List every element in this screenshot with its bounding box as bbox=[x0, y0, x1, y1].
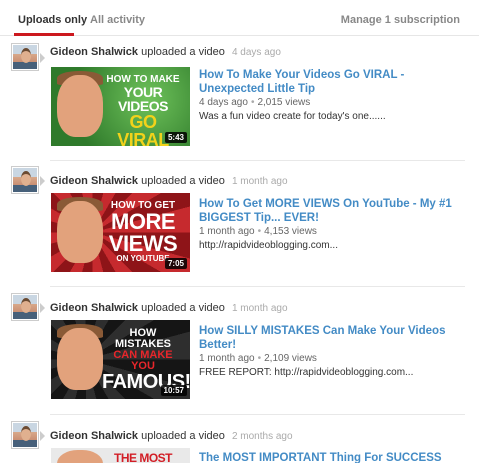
feed-byline: Gideon Shalwick uploaded a video 1 month… bbox=[50, 175, 288, 187]
feed-byline: Gideon Shalwick uploaded a video 2 month… bbox=[50, 430, 293, 442]
timestamp: 4 days ago bbox=[231, 47, 281, 58]
tab-all-activity[interactable]: All activity bbox=[90, 14, 145, 26]
action-text: uploaded a video bbox=[141, 175, 225, 187]
video-thumbnail[interactable]: The MOST bbox=[51, 448, 190, 463]
avatar[interactable] bbox=[11, 166, 45, 194]
video-duration: 10:57 bbox=[160, 385, 187, 396]
video-title-link[interactable]: How SILLY MISTAKES Can Make Your Videos … bbox=[199, 324, 469, 352]
action-text: uploaded a video bbox=[141, 46, 225, 58]
view-count: 2,015 views bbox=[257, 97, 311, 108]
author-link[interactable]: Gideon Shalwick bbox=[50, 302, 138, 314]
thumbnail-text: The MOST bbox=[114, 451, 173, 463]
video-thumbnail[interactable]: How to get more views on YouTube 7:05 bbox=[51, 193, 190, 272]
video-age: 1 month ago bbox=[199, 226, 255, 237]
feed-tabs: Uploads only All activity Manage 1 subsc… bbox=[0, 0, 479, 36]
tab-uploads-only[interactable]: Uploads only bbox=[18, 14, 87, 26]
author-link[interactable]: Gideon Shalwick bbox=[50, 175, 138, 187]
manage-subscription-link[interactable]: Manage 1 subscription bbox=[341, 14, 460, 26]
video-meta: 1 month ago • 4,153 views bbox=[199, 226, 317, 237]
video-thumbnail[interactable]: How mistakes can make you famous! 10:57 bbox=[51, 320, 190, 399]
video-description: FREE REPORT: http://rapidvideoblogging.c… bbox=[199, 367, 414, 378]
feed-byline: Gideon Shalwick uploaded a video 4 days … bbox=[50, 46, 281, 58]
video-meta: 1 month ago • 2,109 views bbox=[199, 353, 317, 364]
view-count: 2,109 views bbox=[264, 353, 317, 364]
avatar[interactable] bbox=[11, 43, 45, 71]
timestamp: 1 month ago bbox=[231, 176, 288, 187]
timestamp: 2 months ago bbox=[231, 431, 293, 442]
avatar[interactable] bbox=[11, 421, 45, 449]
thumbnail-text: How to get more views on YouTube bbox=[108, 200, 178, 263]
video-age: 4 days ago bbox=[199, 97, 248, 108]
video-title-link[interactable]: How To Make Your Videos Go VIRAL - Unexp… bbox=[199, 68, 469, 96]
avatar[interactable] bbox=[11, 293, 45, 321]
active-tab-indicator bbox=[14, 33, 74, 36]
timestamp: 1 month ago bbox=[231, 303, 288, 314]
feed-byline: Gideon Shalwick uploaded a video 1 month… bbox=[50, 302, 288, 314]
thumbnail-text: How mistakes can make you famous! bbox=[102, 327, 190, 393]
action-text: uploaded a video bbox=[141, 430, 225, 442]
video-description: http://rapidvideoblogging.com... bbox=[199, 240, 338, 251]
video-duration: 5:43 bbox=[164, 132, 187, 143]
video-description: Was a fun video create for today's one..… bbox=[199, 111, 386, 122]
video-meta: 4 days ago • 2,015 views bbox=[199, 97, 311, 108]
feed-divider bbox=[50, 286, 465, 287]
video-thumbnail[interactable]: How to make your videos go viral 5:43 bbox=[51, 67, 190, 146]
author-link[interactable]: Gideon Shalwick bbox=[50, 430, 138, 442]
video-title-link[interactable]: The MOST IMPORTANT Thing For SUCCESS bbox=[199, 451, 469, 463]
action-text: uploaded a video bbox=[141, 302, 225, 314]
feed-divider bbox=[50, 160, 465, 161]
video-duration: 7:05 bbox=[164, 258, 187, 269]
video-age: 1 month ago bbox=[199, 353, 255, 364]
view-count: 4,153 views bbox=[264, 226, 317, 237]
video-title-link[interactable]: How To Get MORE VIEWS On YouTube - My #1… bbox=[199, 197, 469, 225]
feed-divider bbox=[50, 414, 465, 415]
author-link[interactable]: Gideon Shalwick bbox=[50, 46, 138, 58]
